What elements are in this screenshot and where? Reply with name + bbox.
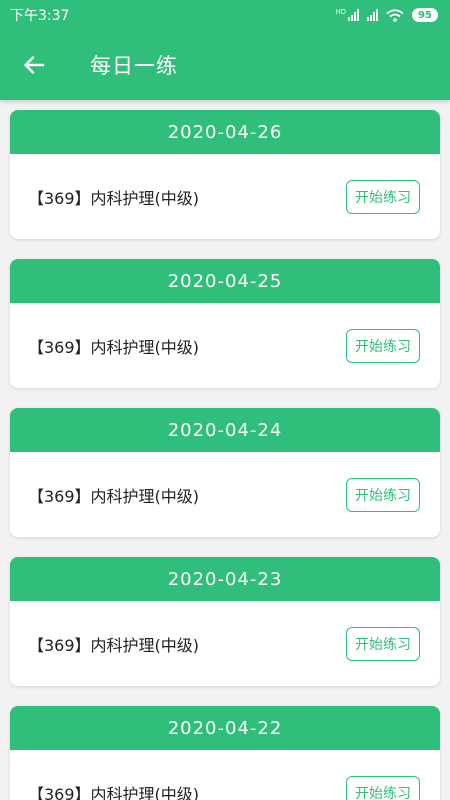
practice-card: 2020-04-25 【369】内科护理(中级) 开始练习 xyxy=(10,259,440,388)
card-date: 2020-04-23 xyxy=(10,557,440,601)
practice-card: 2020-04-24 【369】内科护理(中级) 开始练习 xyxy=(10,408,440,537)
app-bar: 每日一练 xyxy=(0,30,450,100)
status-time: 下午3:37 xyxy=(10,8,70,24)
card-body: 【369】内科护理(中级) 开始练习 xyxy=(10,154,440,239)
hd-signal-icon: HD xyxy=(335,9,359,21)
wifi-icon xyxy=(386,8,404,22)
card-date: 2020-04-24 xyxy=(10,408,440,452)
page-title: 每日一练 xyxy=(90,54,178,78)
course-name: 【369】内科护理(中级) xyxy=(28,635,200,655)
start-practice-button[interactable]: 开始练习 xyxy=(346,477,420,512)
course-name: 【369】内科护理(中级) xyxy=(28,337,200,357)
course-name: 【369】内科护理(中级) xyxy=(28,188,200,208)
card-date: 2020-04-26 xyxy=(10,110,440,154)
practice-card: 2020-04-26 【369】内科护理(中级) 开始练习 xyxy=(10,110,440,239)
card-body: 【369】内科护理(中级) 开始练习 xyxy=(10,303,440,388)
card-body: 【369】内科护理(中级) 开始练习 xyxy=(10,750,440,800)
card-body: 【369】内科护理(中级) 开始练习 xyxy=(10,452,440,537)
hd-label: HD xyxy=(335,8,346,16)
card-body: 【369】内科护理(中级) 开始练习 xyxy=(10,601,440,686)
arrow-left-icon xyxy=(24,56,45,74)
practice-card: 2020-04-23 【369】内科护理(中级) 开始练习 xyxy=(10,557,440,686)
status-bar: 下午3:37 HD 95 xyxy=(0,0,450,30)
course-name: 【369】内科护理(中级) xyxy=(28,784,200,800)
start-practice-button[interactable]: 开始练习 xyxy=(346,328,420,363)
status-icons: HD 95 xyxy=(335,8,438,22)
screen: 下午3:37 HD 95 每日一练 2020-04-26 【369】内科护理(中… xyxy=(0,0,450,800)
battery-icon: 95 xyxy=(412,8,438,22)
back-button[interactable] xyxy=(4,30,64,100)
cell-signal-icon xyxy=(367,9,378,21)
start-practice-button[interactable]: 开始练习 xyxy=(346,775,420,800)
start-practice-button[interactable]: 开始练习 xyxy=(346,626,420,661)
card-date: 2020-04-25 xyxy=(10,259,440,303)
card-date: 2020-04-22 xyxy=(10,706,440,750)
start-practice-button[interactable]: 开始练习 xyxy=(346,179,420,214)
course-name: 【369】内科护理(中级) xyxy=(28,486,200,506)
practice-card: 2020-04-22 【369】内科护理(中级) 开始练习 xyxy=(10,706,440,800)
